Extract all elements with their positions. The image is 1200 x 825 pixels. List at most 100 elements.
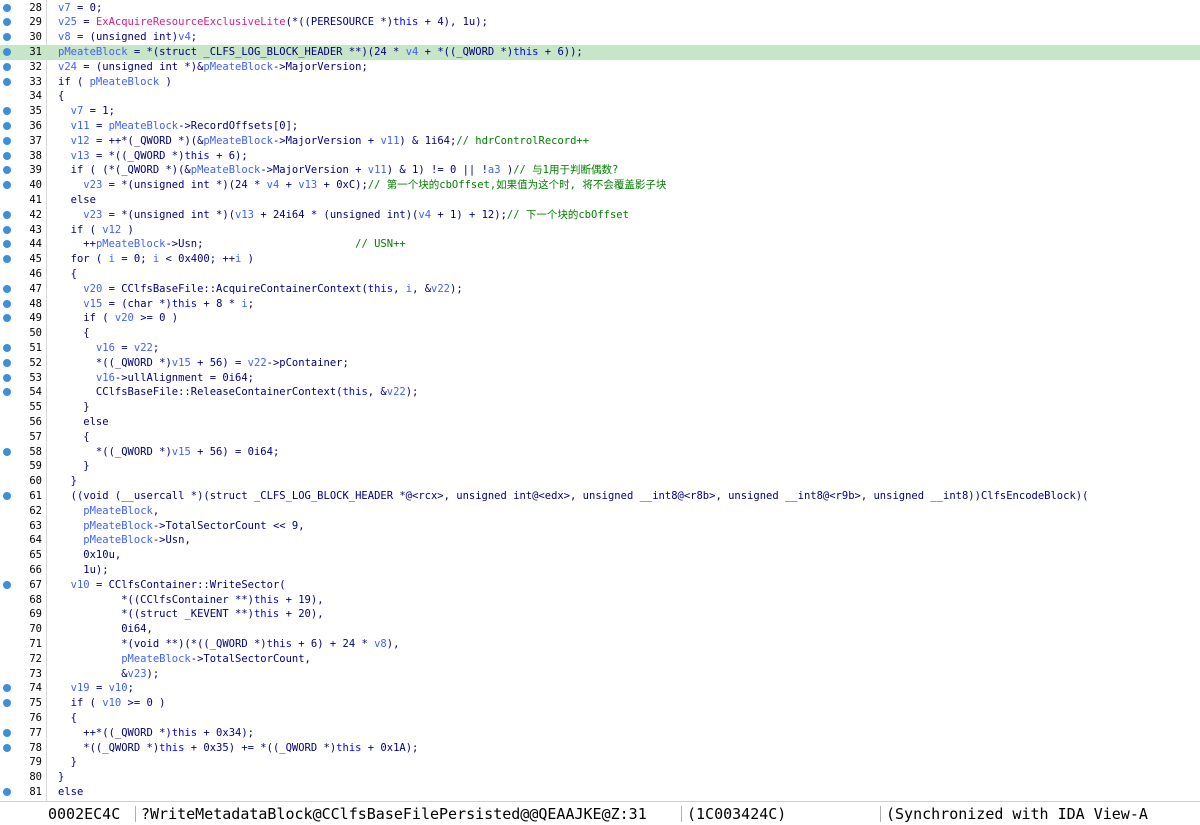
code-line[interactable]: 29 v25 = ExAcquireResourceExclusiveLite(*…	[0, 15, 1200, 30]
code-line[interactable]: 43 if ( v12 )	[0, 223, 1200, 238]
breakpoint-dot-icon[interactable]	[3, 210, 11, 219]
code-line[interactable]: 40 v23 = *(unsigned int *)(24 * v4 + v13…	[0, 178, 1200, 193]
breakpoint-dot-icon[interactable]	[3, 684, 11, 693]
code-line[interactable]: 47 v20 = CClfsBaseFile::AcquireContainer…	[0, 282, 1200, 297]
breakpoint-dot-icon[interactable]	[3, 255, 11, 264]
breakpoint-dot-icon[interactable]	[3, 743, 11, 752]
code-line[interactable]: 33 if ( pMeateBlock )	[0, 75, 1200, 90]
code-line[interactable]: 49 if ( v20 >= 0 )	[0, 311, 1200, 326]
code-line[interactable]: 75 if ( v10 >= 0 )	[0, 696, 1200, 711]
code-line[interactable]: 59 }	[0, 459, 1200, 474]
breakpoint-dot-icon[interactable]	[3, 580, 11, 589]
code-line[interactable]: 38 v13 = *((_QWORD *)this + 6);	[0, 149, 1200, 164]
code-line[interactable]: 81 else	[0, 785, 1200, 800]
code-line[interactable]: 63 pMeateBlock->TotalSectorCount << 9,	[0, 519, 1200, 534]
code-line[interactable]: 50 {	[0, 326, 1200, 341]
code-line[interactable]: 39 if ( (*(_QWORD *)(&pMeateBlock->Major…	[0, 163, 1200, 178]
code-token: =	[89, 119, 109, 132]
breakpoint-dot-icon[interactable]	[3, 3, 11, 12]
code-line[interactable]: 61 ((void (__usercall *)(struct _CLFS_LO…	[0, 489, 1200, 504]
code-line[interactable]: 51 v16 = v22;	[0, 341, 1200, 356]
code-line[interactable]: 30 v8 = (unsigned int)v4;	[0, 30, 1200, 45]
breakpoint-dot-icon[interactable]	[3, 151, 11, 160]
line-number: 72	[29, 652, 42, 665]
breakpoint-dot-icon[interactable]	[3, 225, 11, 234]
code-line[interactable]: 64 pMeateBlock->Usn,	[0, 533, 1200, 548]
breakpoint-dot-icon[interactable]	[3, 136, 11, 145]
code-line[interactable]: 42 v23 = *(unsigned int *)(v13 + 24i64 *…	[0, 208, 1200, 223]
code-token: v10	[70, 578, 90, 591]
code-line[interactable]: 31 pMeateBlock = *(struct _CLFS_LOG_BLOCK…	[0, 44, 1200, 60]
code-token: v23	[127, 667, 147, 680]
code-line[interactable]: 69 *((struct _KEVENT **)this + 20),	[0, 607, 1200, 622]
code-line[interactable]: 28 v7 = 0;	[0, 1, 1200, 16]
breakpoint-dot-icon[interactable]	[3, 47, 11, 56]
breakpoint-dot-icon[interactable]	[3, 284, 11, 293]
code-line[interactable]: 68 *((CClfsContainer **)this + 19),	[0, 593, 1200, 608]
code-line[interactable]: 32 v24 = (unsigned int *)&pMeateBlock->Ma…	[0, 60, 1200, 75]
breakpoint-dot-icon[interactable]	[3, 121, 11, 130]
code-line[interactable]: 34 {	[0, 89, 1200, 104]
line-number: 31	[29, 45, 42, 58]
code-line[interactable]: 53 v16->ullAlignment = 0i64;	[0, 371, 1200, 386]
breakpoint-dot-icon[interactable]	[3, 181, 11, 190]
code-token: , &	[367, 386, 387, 399]
code-line[interactable]: 74 v19 = v10;	[0, 681, 1200, 696]
breakpoint-dot-icon[interactable]	[3, 314, 11, 323]
code-line[interactable]: 73 &v23);	[0, 667, 1200, 682]
breakpoint-dot-icon[interactable]	[3, 388, 11, 397]
code-line[interactable]: 79 }	[0, 755, 1200, 770]
code-line[interactable]: 78 *((_QWORD *)this + 0x35) += *((_QWORD…	[0, 741, 1200, 756]
code-token: CClfsBaseFile::ReleaseContainerContext(	[58, 386, 343, 399]
breakpoint-dot-icon[interactable]	[3, 107, 11, 116]
breakpoint-dot-icon[interactable]	[3, 699, 11, 708]
code-line[interactable]: 71 *(void **)(*((_QWORD *)this + 6) + 24…	[0, 637, 1200, 652]
breakpoint-dot-icon[interactable]	[3, 166, 11, 175]
code-line[interactable]: 36 v11 = pMeateBlock->RecordOffsets[0];	[0, 119, 1200, 134]
line-number: 79	[29, 756, 42, 769]
code-line[interactable]: 41 else	[0, 193, 1200, 208]
code-token: )	[241, 253, 255, 266]
pseudocode-view[interactable]: 28 v7 = 0; 29 v25 = ExAcquireResourceExclus…	[0, 0, 1200, 801]
breakpoint-dot-icon[interactable]	[3, 62, 11, 71]
breakpoint-dot-icon[interactable]	[3, 728, 11, 737]
code-line[interactable]: 58 *((_QWORD *)v15 + 56) = 0i64;	[0, 445, 1200, 460]
breakpoint-dot-icon[interactable]	[3, 240, 11, 249]
breakpoint-dot-icon[interactable]	[3, 77, 11, 86]
code-line[interactable]: 48 v15 = (char *)this + 8 * i;	[0, 297, 1200, 312]
code-line[interactable]: 77 ++*((_QWORD *)this + 0x34);	[0, 726, 1200, 741]
code-line[interactable]: 55 }	[0, 400, 1200, 415]
code-line[interactable]: 76 {	[0, 711, 1200, 726]
code-line[interactable]: 57 {	[0, 430, 1200, 445]
code-line[interactable]: 62 pMeateBlock,	[0, 504, 1200, 519]
code-line[interactable]: 66 1u);	[0, 563, 1200, 578]
code-line[interactable]: 67 v10 = CClfsContainer::WriteSector(	[0, 578, 1200, 593]
code-line[interactable]: 37 v12 = ++*(_QWORD *)(&pMeateBlock->Maj…	[0, 134, 1200, 149]
code-token: pMeateBlock	[203, 60, 273, 73]
code-line[interactable]: 45 for ( i = 0; i < 0x400; ++i )	[0, 252, 1200, 267]
breakpoint-dot-icon[interactable]	[3, 343, 11, 352]
breakpoint-dot-icon[interactable]	[3, 18, 11, 27]
code-token: else	[58, 785, 84, 798]
code-line[interactable]: 44 ++pMeateBlock->Usn; // USN++	[0, 237, 1200, 252]
code-line[interactable]: 60 }	[0, 474, 1200, 489]
code-line[interactable]: 56 else	[0, 415, 1200, 430]
code-token: else	[58, 415, 109, 428]
code-line[interactable]: 54 CClfsBaseFile::ReleaseContainerContex…	[0, 385, 1200, 400]
breakpoint-dot-icon[interactable]	[3, 33, 11, 42]
code-line[interactable]: 70 0i64,	[0, 622, 1200, 637]
code-line[interactable]: 65 0x10u,	[0, 548, 1200, 563]
code-line[interactable]: 80}	[0, 770, 1200, 785]
code-line[interactable]: 35 v7 = 1;	[0, 104, 1200, 119]
breakpoint-dot-icon[interactable]	[3, 787, 11, 796]
code-line[interactable]: 72 pMeateBlock->TotalSectorCount,	[0, 652, 1200, 667]
code-line[interactable]: 46 {	[0, 267, 1200, 282]
breakpoint-dot-icon[interactable]	[3, 299, 11, 308]
breakpoint-dot-icon[interactable]	[3, 491, 11, 500]
breakpoint-dot-icon[interactable]	[3, 358, 11, 367]
breakpoint-dot-icon[interactable]	[3, 447, 11, 456]
breakpoint-dot-icon[interactable]	[3, 373, 11, 382]
code-token: ;	[247, 297, 255, 310]
code-line[interactable]: 52 *((_QWORD *)v15 + 56) = v22->pContain…	[0, 356, 1200, 371]
code-token: ->Usn,	[152, 534, 191, 547]
